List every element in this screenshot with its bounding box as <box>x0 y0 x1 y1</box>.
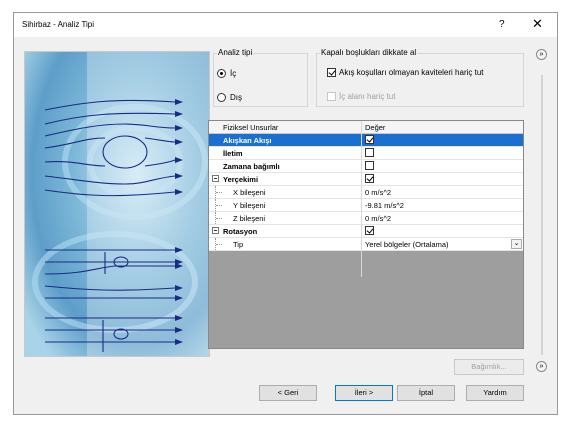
row-gravity[interactable]: Yerçekimi <box>209 173 523 186</box>
exclude-cavities-checkbox[interactable]: Akış koşulları olmayan kaviteleri hariç … <box>327 68 484 77</box>
tree-line <box>215 212 224 224</box>
rotation-collapse-icon[interactable] <box>212 227 219 234</box>
row-fluid-flow[interactable]: Akışkan Akışı <box>209 134 523 147</box>
side-divider <box>541 75 543 355</box>
col-header-value: Değer <box>365 123 386 132</box>
analysis-type-title: Analiz tipi <box>217 48 254 57</box>
close-icon[interactable]: ✕ <box>532 16 543 32</box>
radio-internal[interactable]: İç <box>217 69 236 78</box>
flow-illustration <box>24 51 210 357</box>
fluid-flow-checkbox[interactable] <box>365 135 374 144</box>
row-fluid-flow-label: Akışkan Akışı <box>223 136 272 145</box>
gravity-collapse-icon[interactable] <box>212 175 219 182</box>
row-time-dependent-label: Zamana bağımlı <box>223 162 280 171</box>
chevron-down-icon[interactable]: ⌄ <box>511 239 522 249</box>
tree-line <box>215 238 224 250</box>
title-bar: Sihirbaz - Analiz Tipi ? ✕ <box>14 13 557 37</box>
cancel-button[interactable]: İptal <box>397 385 455 401</box>
conduction-checkbox[interactable] <box>365 148 374 157</box>
row-rotation[interactable]: Rotasyon <box>209 225 523 238</box>
time-dependent-checkbox[interactable] <box>365 161 374 170</box>
row-rotation-type-label: Tip <box>233 240 244 249</box>
tree-line <box>215 186 224 198</box>
row-rotation-type[interactable]: Tip Yerel bölgeler (Ortalama) ⌄ <box>209 238 523 251</box>
expand-bottom-icon[interactable]: » <box>536 361 547 372</box>
exclude-internal-space-box <box>327 92 336 101</box>
help-icon[interactable]: ? <box>499 19 505 30</box>
row-gravity-z[interactable]: Z bileşeni 0 m/s^2 <box>209 212 523 225</box>
help-button[interactable]: Yardım <box>466 385 524 401</box>
row-time-dependent[interactable]: Zamana bağımlı <box>209 160 523 173</box>
dependency-button: Bağımlık... <box>454 359 524 375</box>
row-conduction[interactable]: İletim <box>209 147 523 160</box>
exclude-cavities-label: Akış koşulları olmayan kaviteleri hariç … <box>339 68 484 77</box>
row-gravity-x-value[interactable]: 0 m/s^2 <box>365 188 391 197</box>
exclude-cavities-box[interactable] <box>327 68 336 77</box>
col-header-feature: Fiziksel Unsurlar <box>223 123 279 132</box>
row-gravity-y[interactable]: Y bileşeni -9.81 m/s^2 <box>209 199 523 212</box>
gravity-checkbox[interactable] <box>365 174 374 183</box>
row-gravity-x-label: X bileşeni <box>233 188 266 197</box>
radio-external-label: Dış <box>230 93 242 102</box>
window-title: Sihirbaz - Analiz Tipi <box>22 20 95 29</box>
back-button[interactable]: < Geri <box>259 385 317 401</box>
wizard-window: Sihirbaz - Analiz Tipi ? ✕ Analiz tipi İ… <box>13 12 558 415</box>
radio-internal-label: İç <box>230 69 237 78</box>
tree-line <box>215 199 224 211</box>
radio-internal-circle[interactable] <box>217 69 226 78</box>
radio-external[interactable]: Dış <box>217 93 242 102</box>
next-button[interactable]: İleri > <box>335 385 393 401</box>
table-header: Fiziksel Unsurlar Değer <box>209 121 523 134</box>
row-conduction-label: İletim <box>223 149 243 158</box>
rotation-checkbox[interactable] <box>365 226 374 235</box>
radio-external-circle[interactable] <box>217 93 226 102</box>
row-rotation-label: Rotasyon <box>223 227 258 236</box>
row-gravity-x[interactable]: X bileşeni 0 m/s^2 <box>209 186 523 199</box>
exclude-internal-space-checkbox: İç alanı hariç tut <box>327 92 395 101</box>
closed-cavities-title: Kapalı boşlukları dikkate al <box>320 48 418 57</box>
expand-top-icon[interactable]: » <box>536 49 547 60</box>
column-separator <box>361 121 362 277</box>
row-gravity-z-value[interactable]: 0 m/s^2 <box>365 214 391 223</box>
exclude-internal-space-label: İç alanı hariç tut <box>339 92 396 101</box>
physical-features-table: Fiziksel Unsurlar Değer Akışkan Akışı İl… <box>208 120 524 349</box>
row-gravity-y-value[interactable]: -9.81 m/s^2 <box>365 201 404 210</box>
row-gravity-label: Yerçekimi <box>223 175 259 184</box>
row-gravity-y-label: Y bileşeni <box>233 201 266 210</box>
row-gravity-z-label: Z bileşeni <box>233 214 266 223</box>
rotation-type-select[interactable]: Yerel bölgeler (Ortalama) <box>365 240 449 249</box>
